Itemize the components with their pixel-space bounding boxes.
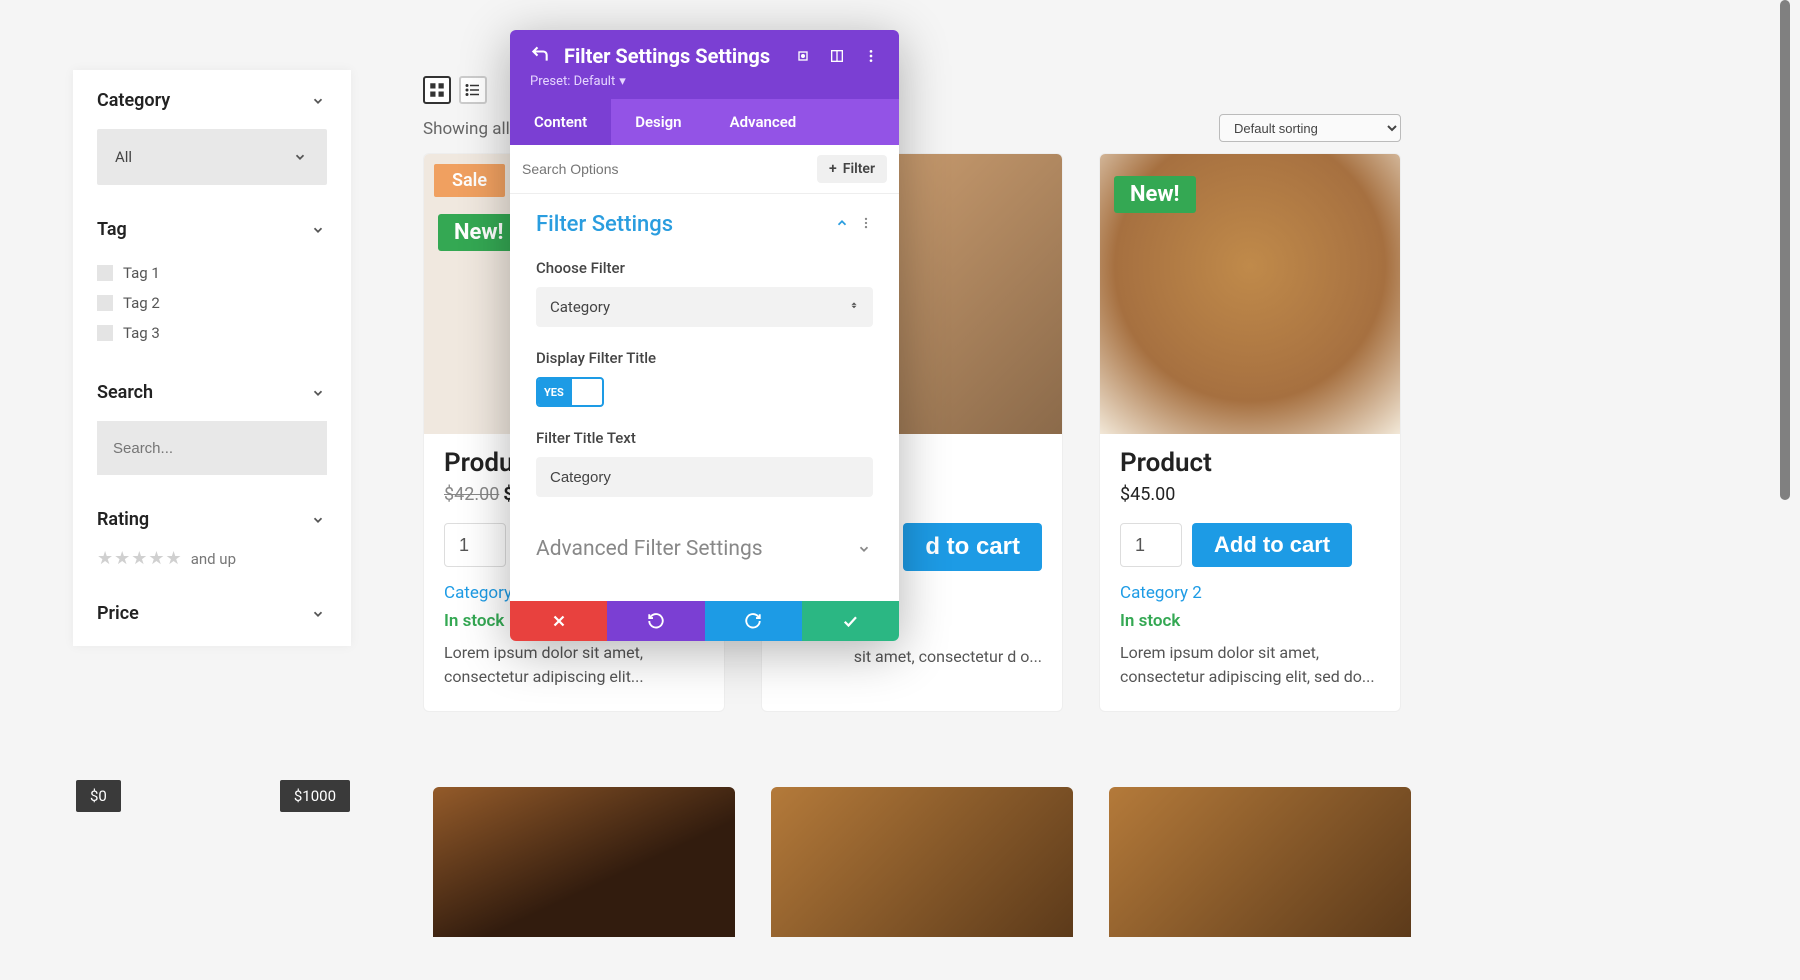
category-select[interactable]: All [97, 129, 327, 185]
expand-icon[interactable] [795, 48, 811, 64]
display-title-label: Display Filter Title [536, 349, 873, 367]
qty-input[interactable] [1120, 523, 1182, 567]
chevron-down-icon [309, 384, 327, 402]
scrollbar[interactable] [1780, 0, 1790, 500]
sort-select[interactable]: Default sorting [1219, 114, 1401, 142]
checkbox-icon [97, 295, 113, 311]
tab-design[interactable]: Design [611, 99, 705, 145]
add-filter-button[interactable]: +Filter [817, 155, 887, 183]
chevron-down-icon [291, 148, 309, 166]
sidebar-price-header[interactable]: Price [97, 603, 327, 624]
product-desc: Lorem ipsum dolor sit amet, consectetur … [444, 641, 704, 689]
modal-footer [510, 601, 899, 641]
tab-content[interactable]: Content [510, 99, 611, 145]
product-card [433, 787, 735, 937]
product-price: $45.00 [1120, 484, 1175, 505]
chevron-down-icon [309, 92, 327, 110]
sidebar: Category All Tag Tag 1 Tag 2 Tag 3 Searc… [73, 70, 351, 646]
sidebar-search-header[interactable]: Search [97, 382, 327, 403]
old-price: $42.00 [444, 484, 499, 505]
advanced-filter-section[interactable]: Advanced Filter Settings [510, 515, 899, 601]
sidebar-category-header[interactable]: Category [97, 90, 327, 111]
product-card: New! Product $45.00 Add to cart Category… [1099, 153, 1401, 712]
product-desc: sit amet, consectetur d o... [782, 645, 1042, 669]
cancel-button[interactable] [510, 601, 607, 641]
product-card [771, 787, 1073, 937]
checkbox-icon [97, 265, 113, 281]
chevron-down-icon [309, 511, 327, 529]
preset-selector[interactable]: Preset: Default ▾ [530, 74, 879, 89]
product-category[interactable]: Category 2 [1120, 583, 1380, 603]
grid-view-button[interactable] [423, 76, 451, 104]
select-caret-icon [849, 298, 859, 316]
category-select-value: All [115, 148, 132, 166]
search-input[interactable] [113, 440, 312, 457]
product-grid-row2 [433, 787, 1411, 937]
add-to-cart-button[interactable]: Add to cart [1192, 523, 1352, 567]
choose-filter-label: Choose Filter [536, 259, 873, 277]
title-text-label: Filter Title Text [536, 429, 873, 447]
display-title-toggle[interactable]: YES [536, 377, 604, 407]
sidebar-rating-title: Rating [97, 509, 149, 530]
back-icon[interactable] [530, 44, 550, 68]
qty-input[interactable] [444, 523, 506, 567]
section-title: Filter Settings [536, 212, 673, 237]
add-to-cart-button[interactable]: d to cart [903, 523, 1042, 571]
sidebar-category-title: Category [97, 90, 170, 111]
checkbox-icon [97, 325, 113, 341]
tag-checkbox-1[interactable]: Tag 1 [97, 258, 327, 288]
results-count: Showing all 1 [423, 119, 524, 139]
sidebar-price-title: Price [97, 603, 139, 624]
title-text-input[interactable] [536, 457, 873, 497]
search-box [97, 421, 327, 475]
product-card [1109, 787, 1411, 937]
rating-filter[interactable]: ★★★★★and up [97, 548, 327, 569]
undo-button[interactable] [607, 601, 704, 641]
list-view-button[interactable] [459, 76, 487, 104]
sidebar-search-title: Search [97, 382, 153, 403]
new-badge: New! [438, 214, 520, 251]
more-icon[interactable] [863, 48, 879, 64]
caret-down-icon: ▾ [619, 74, 626, 89]
chevron-down-icon [855, 540, 873, 558]
choose-filter-select[interactable]: Category [536, 287, 873, 327]
redo-button[interactable] [705, 601, 802, 641]
modal-title: Filter Settings Settings [564, 44, 770, 68]
chevron-down-icon [309, 221, 327, 239]
price-range: $0 $1000 [76, 780, 350, 812]
modal-tabs: Content Design Advanced [510, 99, 899, 145]
product-image: New! [1100, 154, 1400, 434]
product-desc: Lorem ipsum dolor sit amet, consectetur … [1120, 641, 1380, 689]
more-icon[interactable] [859, 215, 873, 234]
sidebar-tag-title: Tag [97, 219, 127, 240]
confirm-button[interactable] [802, 601, 899, 641]
view-toolbar [423, 76, 487, 104]
layout-icon[interactable] [829, 48, 845, 64]
chevron-down-icon [309, 605, 327, 623]
settings-modal: Filter Settings Settings Preset: Default… [510, 30, 899, 641]
tab-advanced[interactable]: Advanced [706, 99, 821, 145]
sidebar-rating-header[interactable]: Rating [97, 509, 327, 530]
options-search-input[interactable] [522, 161, 817, 177]
new-badge: New! [1114, 176, 1196, 213]
filter-settings-section[interactable]: Filter Settings [536, 212, 873, 237]
chevron-up-icon[interactable] [835, 215, 849, 234]
stock-status: In stock [1120, 611, 1380, 631]
advanced-section-title: Advanced Filter Settings [536, 537, 763, 561]
product-name: Product [1120, 448, 1380, 478]
price-min[interactable]: $0 [76, 780, 121, 812]
price-max[interactable]: $1000 [280, 780, 350, 812]
sale-badge: Sale [434, 164, 505, 197]
tag-checkbox-2[interactable]: Tag 2 [97, 288, 327, 318]
tag-checkbox-3[interactable]: Tag 3 [97, 318, 327, 348]
rating-suffix: and up [191, 550, 236, 568]
sidebar-tag-header[interactable]: Tag [97, 219, 327, 240]
plus-icon: + [829, 161, 837, 177]
